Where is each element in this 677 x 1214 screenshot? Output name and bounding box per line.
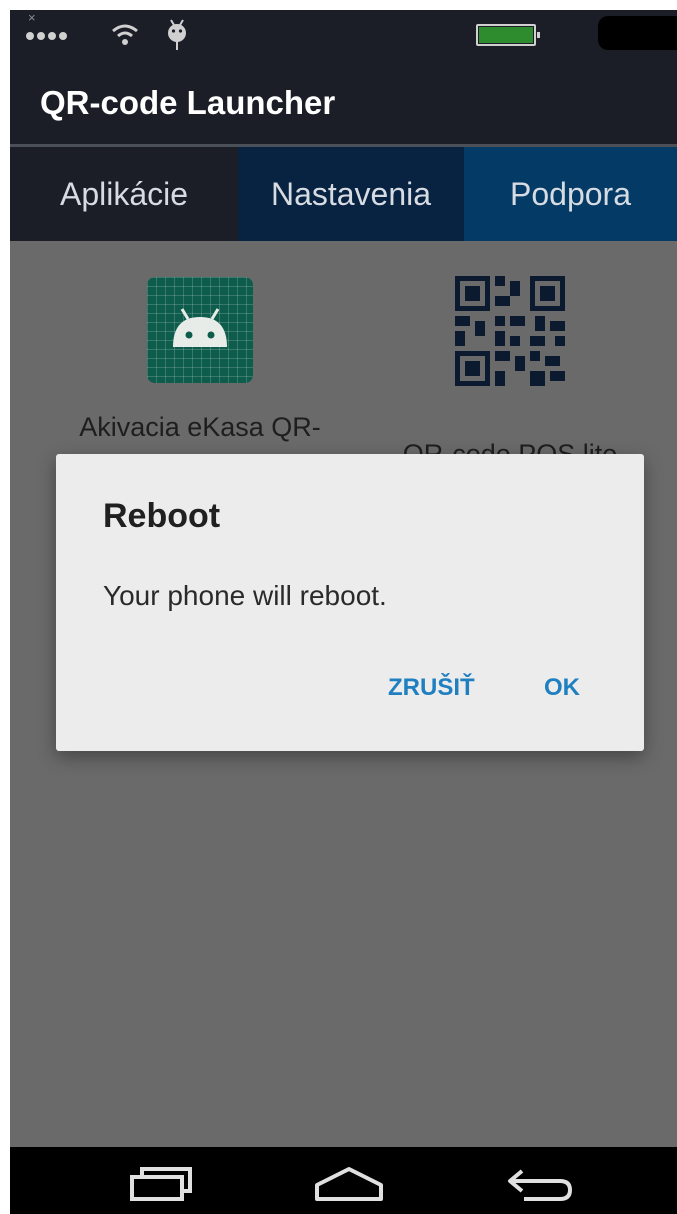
camera-notch: [598, 16, 677, 50]
debug-icon: [168, 19, 186, 50]
cancel-button[interactable]: ZRUŠIŤ: [388, 674, 475, 702]
battery-icon: [476, 24, 540, 46]
close-icon[interactable]: ×: [28, 10, 36, 25]
recent-apps-icon[interactable]: [128, 1161, 198, 1205]
dialog-title: Reboot: [103, 497, 221, 535]
dialog-message: Your phone will reboot.: [103, 580, 387, 611]
reboot-dialog: Reboot Your phone will reboot. ZRUŠIŤ OK: [56, 454, 644, 751]
app-item-ekasa[interactable]: Akivacia eKasa QR-: [50, 277, 350, 443]
wifi-icon: [112, 24, 138, 45]
tab-nastavenia[interactable]: Nastavenia: [238, 147, 464, 241]
back-icon[interactable]: [504, 1161, 576, 1205]
home-icon[interactable]: [313, 1161, 385, 1205]
app-bar: QR-code Launcher: [10, 66, 677, 144]
device-screen: × QR-code Launcher Aplikácie Nastavenia …: [10, 10, 677, 1214]
signal-icon: [26, 32, 67, 40]
ok-button[interactable]: OK: [544, 674, 580, 702]
navigation-bar: [10, 1147, 677, 1214]
app-title: QR-code Launcher: [40, 84, 336, 121]
app-label: Akivacia eKasa QR-: [79, 412, 321, 442]
tab-aplikacie[interactable]: Aplikácie: [10, 147, 238, 241]
qr-code-icon: [450, 271, 570, 391]
tab-bar: Aplikácie Nastavenia Podpora: [10, 144, 677, 241]
tab-podpora[interactable]: Podpora: [464, 147, 677, 241]
app-item-qr-pos[interactable]: QR-code POS lite: [370, 271, 650, 470]
android-app-icon: [147, 277, 253, 383]
status-bar: ×: [10, 10, 677, 66]
